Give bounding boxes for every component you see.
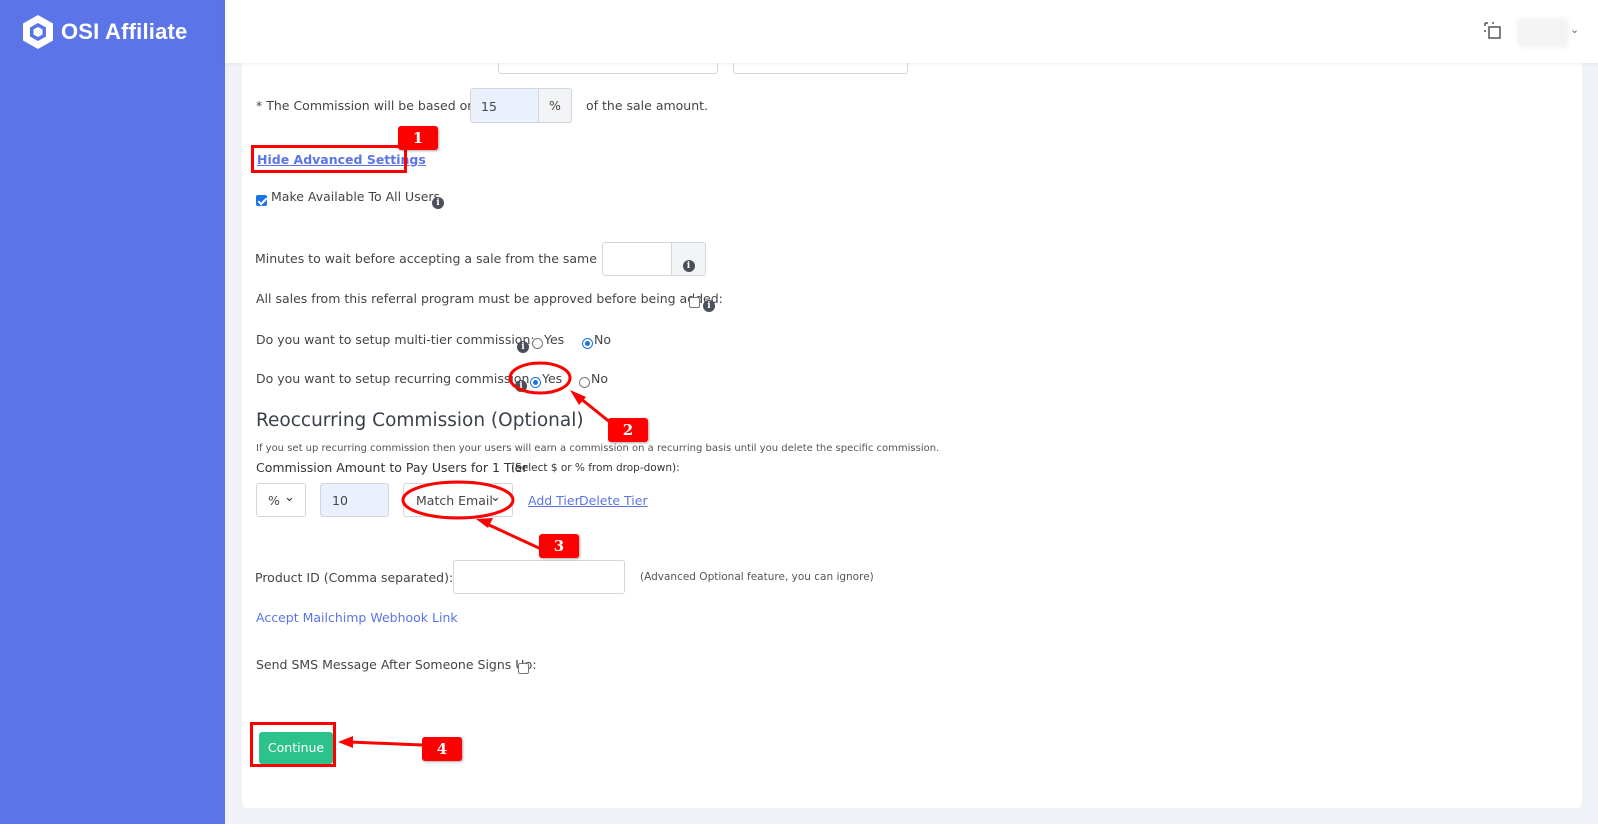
product-id-hint: (Advanced Optional feature, you can igno…: [640, 571, 874, 583]
sidebar: OSI Affiliate: [0, 0, 225, 824]
multitier-no-radio[interactable]: [582, 333, 593, 352]
top-header: ⌄: [225, 0, 1598, 63]
minutes-label: Minutes to wait before accepting a sale …: [255, 251, 617, 266]
recurring-yes-label: Yes: [542, 371, 563, 386]
info-icon: i: [682, 260, 695, 272]
multitier-label: Do you want to setup multi-tier commissi…: [256, 332, 535, 347]
mailchimp-webhook-link[interactable]: Accept Mailchimp Webhook Link: [256, 610, 458, 625]
info-icon[interactable]: i: [432, 189, 444, 209]
multitier-yes-radio[interactable]: [532, 333, 543, 352]
multitier-yes-label: Yes: [544, 332, 565, 347]
tier-value-input[interactable]: 10: [320, 483, 389, 517]
percent-addon: %: [538, 88, 572, 123]
add-tier-link[interactable]: Add Tier: [528, 493, 580, 508]
fullscreen-icon[interactable]: [1484, 22, 1502, 40]
commission-suffix: of the sale amount.: [586, 98, 709, 113]
info-icon[interactable]: i: [703, 292, 715, 312]
minutes-input[interactable]: [602, 242, 672, 276]
annotation-callout-2: 2: [608, 418, 648, 442]
annotation-callout-1: 1: [398, 126, 438, 150]
info-icon[interactable]: i: [515, 372, 527, 392]
commission-label: * The Commission will be based on: [256, 98, 476, 113]
tier-type-select[interactable]: % ⌄: [256, 483, 306, 517]
multitier-no-label: No: [594, 332, 611, 347]
recurring-yes-radio[interactable]: [530, 372, 541, 391]
section-title: Reoccurring Commission (Optional): [256, 410, 584, 431]
approval-label: All sales from this referral program mus…: [256, 291, 723, 306]
chevron-down-icon: ⌄: [284, 490, 295, 505]
hexagon-logo-icon: [23, 15, 53, 49]
info-icon[interactable]: i: [517, 333, 529, 353]
tier-hint: (Select $ or % from drop-down):: [511, 462, 680, 474]
commission-value: 15: [481, 99, 497, 114]
sms-checkbox[interactable]: [518, 658, 529, 677]
section-description: If you set up recurring commission then …: [256, 443, 940, 454]
delete-tier-link[interactable]: Delete Tier: [579, 493, 648, 508]
recurring-label: Do you want to setup recurring commissio…: [256, 371, 530, 386]
chevron-down-icon[interactable]: ⌄: [1570, 23, 1579, 36]
avatar[interactable]: [1517, 18, 1569, 48]
annotation-box-1: [251, 145, 407, 173]
brand-logo[interactable]: OSI Affiliate: [22, 14, 187, 50]
brand-name: OSI Affiliate: [61, 19, 188, 44]
commission-input[interactable]: 15: [470, 88, 539, 123]
sms-label: Send SMS Message After Someone Signs Up:: [256, 657, 537, 672]
tier-label: Commission Amount to Pay Users for 1 Tie…: [256, 460, 528, 475]
match-email-select[interactable]: Match Email ⌄: [403, 483, 513, 517]
annotation-box-4: [250, 722, 336, 767]
chevron-down-icon: ⌄: [490, 490, 501, 505]
annotation-callout-3: 3: [539, 534, 579, 558]
approval-checkbox[interactable]: [689, 292, 700, 311]
recurring-no-radio[interactable]: [579, 372, 590, 391]
annotation-callout-4: 4: [422, 737, 462, 761]
recurring-no-label: No: [591, 371, 608, 386]
make-available-checkbox[interactable]: [256, 190, 267, 209]
product-id-input[interactable]: [453, 560, 625, 594]
product-id-label: Product ID (Comma separated):: [255, 570, 454, 585]
make-available-label: Make Available To All Users: [271, 189, 441, 204]
minutes-info-addon[interactable]: i: [671, 242, 706, 276]
